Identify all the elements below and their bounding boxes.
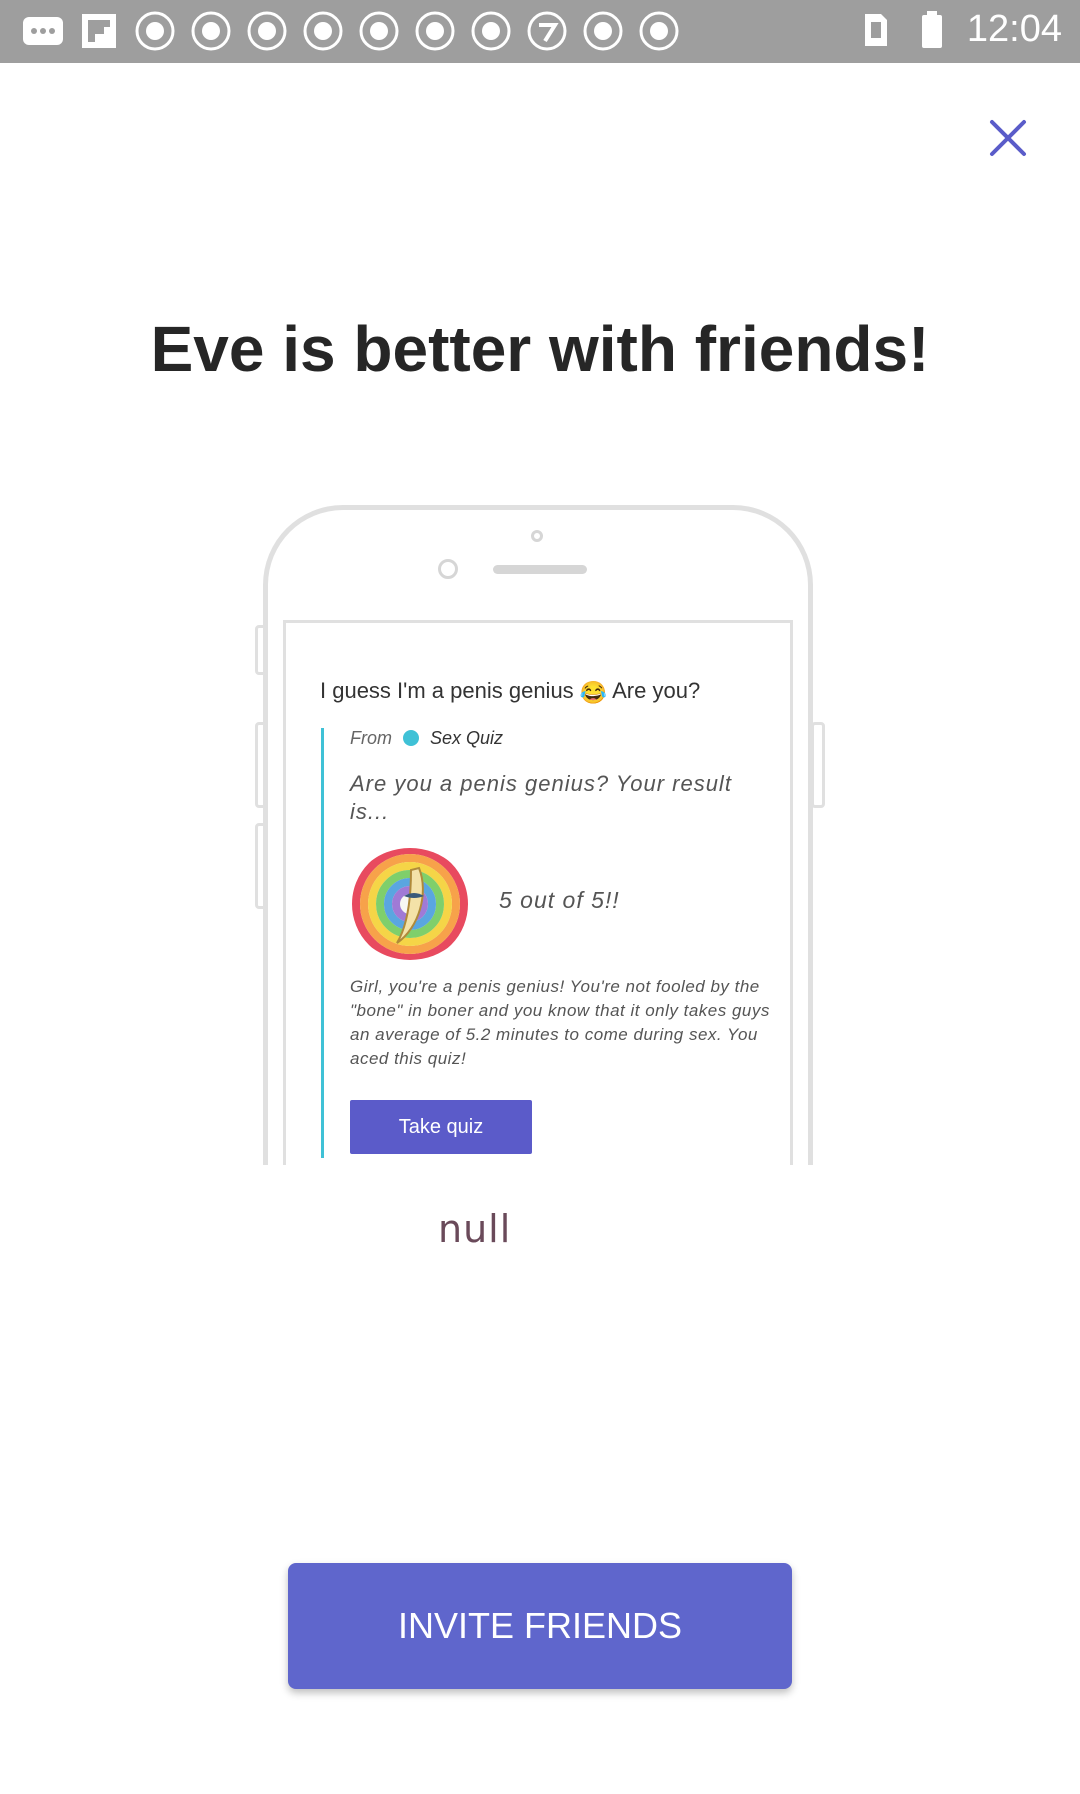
status-time: 12:04 <box>966 8 1062 50</box>
phone-frame: I guess I'm a penis genius 😂 Are you? Fr… <box>263 505 813 1165</box>
abc-news-icon <box>246 10 288 52</box>
abc-news-icon <box>358 10 400 52</box>
sim-icon <box>855 9 897 51</box>
abc-news-icon <box>302 10 344 52</box>
close-icon <box>990 120 1026 156</box>
quiz-score: 5 out of 5!! <box>499 887 620 913</box>
abc-news-icon <box>470 10 512 52</box>
banana-rainbow-image <box>349 848 471 960</box>
phone-screen: I guess I'm a penis genius 😂 Are you? Fr… <box>283 620 793 1165</box>
card-question: Are you a penis genius? Your result is..… <box>350 771 732 824</box>
notification-icons <box>22 10 680 52</box>
abc-news-icon <box>582 10 624 52</box>
abc-news-icon <box>190 10 232 52</box>
card-accent-bar <box>321 728 324 1158</box>
abc-news-icon <box>638 10 680 52</box>
phone-speaker <box>493 565 587 574</box>
quiz-logo-icon <box>403 730 420 746</box>
status-bar: 12:04 <box>0 0 1080 63</box>
phone-sensor <box>438 559 458 579</box>
close-button[interactable] <box>980 110 1036 166</box>
abc7-icon <box>526 10 568 52</box>
page-title: Eve is better with friends! <box>150 313 930 385</box>
system-status: 12:04 <box>855 8 1062 51</box>
take-quiz-button: Take quiz <box>350 1100 532 1154</box>
flipboard-icon <box>78 10 120 52</box>
battery-icon <box>911 9 953 51</box>
message-text: I guess I'm a penis genius 😂 Are you? <box>320 678 701 705</box>
null-label: null <box>438 1207 512 1251</box>
card-body: Girl, you're a penis genius! You're not … <box>350 977 770 1068</box>
phone-camera <box>531 530 543 542</box>
invite-friends-button[interactable]: INVITE FRIENDS <box>288 1563 792 1689</box>
from-line: From Sex Quiz <box>350 728 504 748</box>
abc-news-icon <box>414 10 456 52</box>
messages-icon <box>22 10 64 52</box>
abc-news-icon <box>134 10 176 52</box>
laughing-emoji-icon: 😂 <box>579 680 608 705</box>
phone-side-button <box>811 722 825 808</box>
